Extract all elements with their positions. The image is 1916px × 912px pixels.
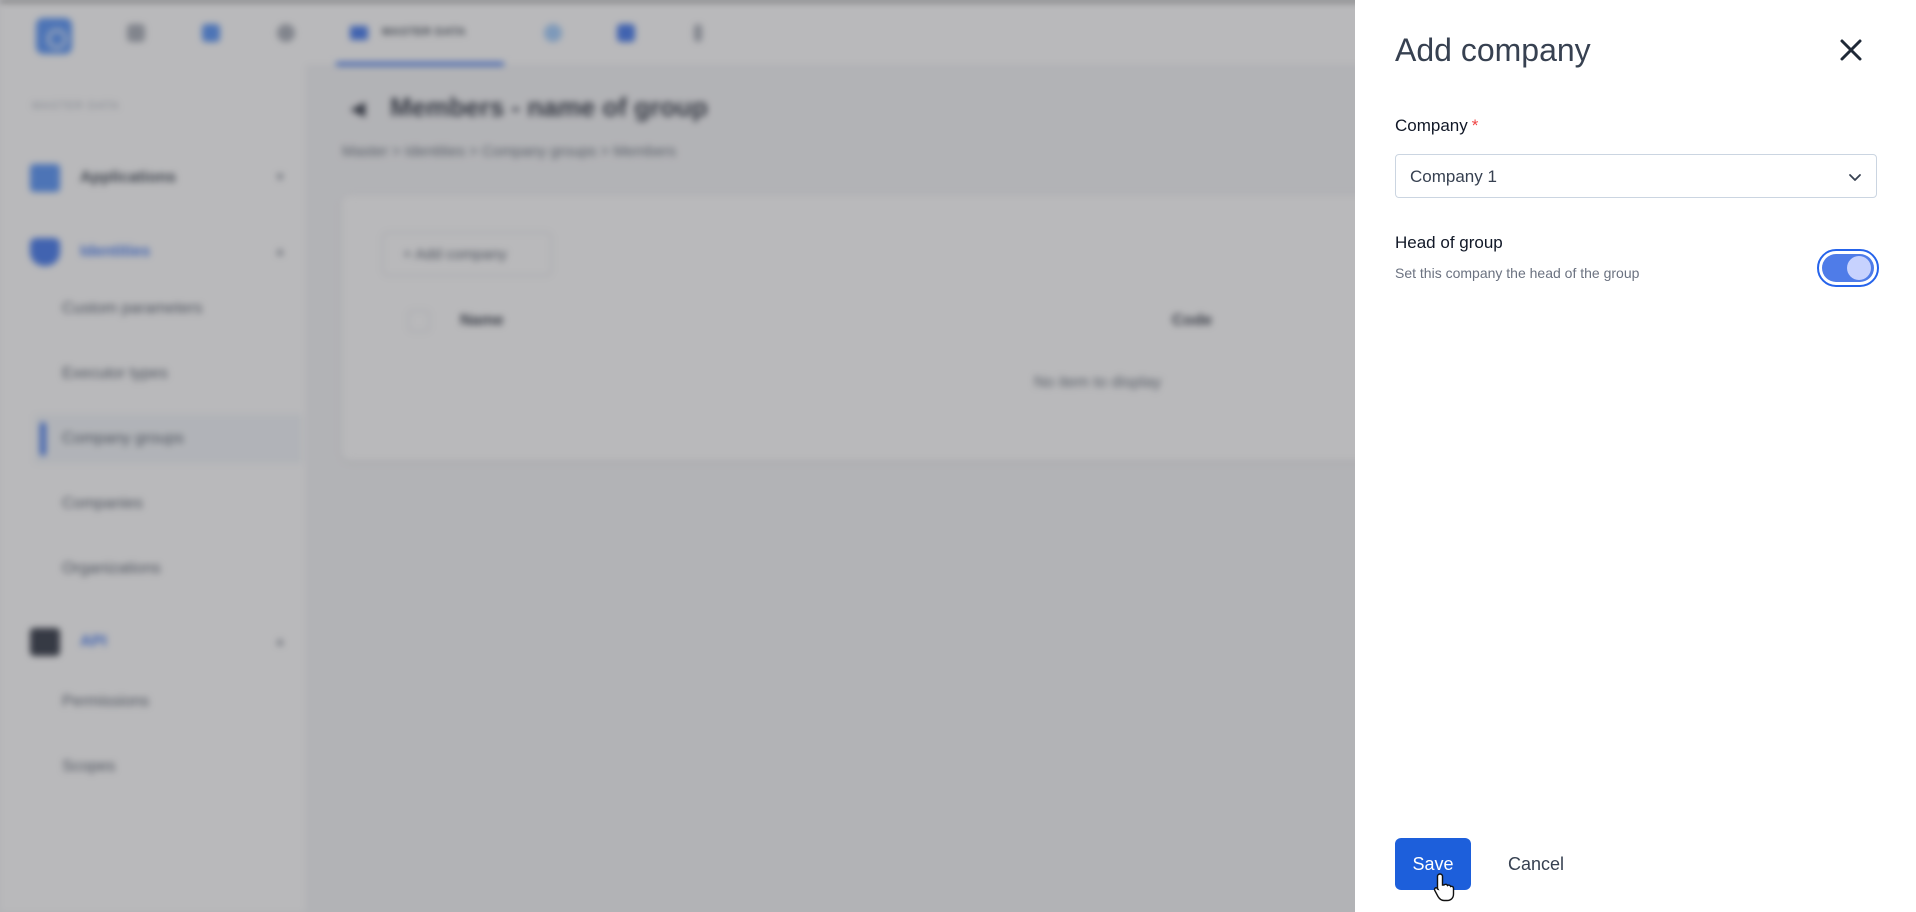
close-button[interactable] <box>1835 34 1867 66</box>
head-of-group-description: Set this company the head of the group <box>1395 265 1640 281</box>
company-select[interactable]: Company 1 <box>1395 154 1877 198</box>
chevron-down-icon <box>1849 174 1861 181</box>
cancel-button[interactable]: Cancel <box>1491 838 1581 890</box>
drawer-title: Add company <box>1395 32 1591 68</box>
company-label-text: Company <box>1395 116 1468 135</box>
company-field-label: Company * <box>1395 116 1478 136</box>
head-of-group-label: Head of group <box>1395 233 1503 252</box>
hand-pointer-cursor-icon <box>1433 873 1455 902</box>
close-icon <box>1840 39 1862 61</box>
head-of-group-toggle[interactable] <box>1817 249 1879 287</box>
add-company-drawer: Add company Company * Company 1 Head of g… <box>1355 0 1916 912</box>
required-indicator: * <box>1471 116 1479 135</box>
toggle-knob <box>1847 256 1871 280</box>
company-select-value: Company 1 <box>1410 167 1497 186</box>
